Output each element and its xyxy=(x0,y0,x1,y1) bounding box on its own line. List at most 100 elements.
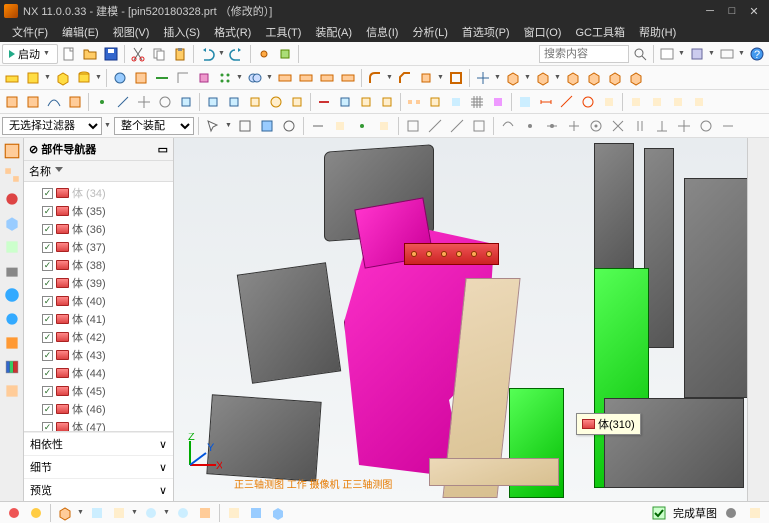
cube-icon[interactable] xyxy=(563,68,583,88)
snap-icon[interactable] xyxy=(718,116,738,136)
chevron-down-icon[interactable]: ▼ xyxy=(163,509,171,516)
status-icon[interactable] xyxy=(745,503,765,523)
tool-icon[interactable] xyxy=(599,92,619,112)
chevron-down-icon[interactable]: ▼ xyxy=(131,509,139,516)
checkbox-icon[interactable]: ✓ xyxy=(42,206,53,217)
detail-section[interactable]: 细节∨ xyxy=(24,455,173,478)
view-icon[interactable] xyxy=(224,503,244,523)
edge-blend-icon[interactable] xyxy=(365,68,385,88)
datum-icon[interactable] xyxy=(2,92,22,112)
tree-item[interactable]: ✓体 (38) xyxy=(24,256,173,274)
sel-icon[interactable] xyxy=(352,116,372,136)
checkbox-icon[interactable]: ✓ xyxy=(42,188,53,199)
tool-icon[interactable] xyxy=(488,92,508,112)
snap-icon[interactable] xyxy=(403,116,423,136)
hole-icon[interactable] xyxy=(110,68,130,88)
save-icon[interactable] xyxy=(101,44,121,64)
tree-item[interactable]: ✓体 (40) xyxy=(24,292,173,310)
tool-icon[interactable] xyxy=(155,92,175,112)
tree-item[interactable]: ✓体 (35) xyxy=(24,202,173,220)
tool-icon[interactable] xyxy=(314,92,334,112)
chevron-down-icon[interactable]: ▼ xyxy=(266,74,274,81)
selection-filter[interactable]: 无选择过滤器 xyxy=(2,117,102,135)
chevron-down-icon[interactable]: ▼ xyxy=(738,50,746,57)
point-icon[interactable] xyxy=(92,92,112,112)
tab-icon[interactable] xyxy=(3,334,21,352)
sel-icon[interactable] xyxy=(374,116,394,136)
tool-icon[interactable] xyxy=(266,92,286,112)
cut-icon[interactable] xyxy=(128,44,148,64)
status-icon[interactable] xyxy=(26,503,46,523)
tool-icon[interactable] xyxy=(668,92,688,112)
view-icon[interactable] xyxy=(246,503,266,523)
tool-icon[interactable] xyxy=(254,44,274,64)
view-icon[interactable] xyxy=(87,503,107,523)
cube-icon[interactable] xyxy=(503,68,523,88)
preview-section[interactable]: 预览∨ xyxy=(24,478,173,501)
tool-icon[interactable] xyxy=(515,92,535,112)
chevron-down-icon[interactable]: ▼ xyxy=(225,122,233,129)
move-icon[interactable] xyxy=(473,68,493,88)
chevron-down-icon[interactable]: ▼ xyxy=(104,122,112,129)
command-search[interactable] xyxy=(539,45,629,63)
view-triad[interactable]: Z X Y xyxy=(182,433,222,473)
chevron-down-icon[interactable]: ▼ xyxy=(494,74,502,81)
close-button[interactable]: ✕ xyxy=(743,2,765,20)
menu-assembly[interactable]: 装配(A) xyxy=(309,22,358,42)
start-button[interactable]: 启动 ▼ xyxy=(2,44,58,64)
sel-icon[interactable] xyxy=(235,116,255,136)
tool-icon[interactable] xyxy=(203,92,223,112)
cube-icon[interactable] xyxy=(626,68,646,88)
chevron-down-icon[interactable]: ▼ xyxy=(218,50,226,57)
open-icon[interactable] xyxy=(80,44,100,64)
tree-item[interactable]: ✓体 (37) xyxy=(24,238,173,256)
menu-info[interactable]: 信息(I) xyxy=(360,22,404,42)
tab-icon[interactable] xyxy=(3,310,21,328)
part-navigator-tab[interactable] xyxy=(3,142,21,160)
undo-icon[interactable] xyxy=(197,44,217,64)
menu-preferences[interactable]: 首选项(P) xyxy=(456,22,516,42)
chevron-down-icon[interactable]: ▼ xyxy=(236,74,244,81)
snap-icon[interactable] xyxy=(498,116,518,136)
sel-icon[interactable] xyxy=(279,116,299,136)
tree-item[interactable]: ✓体 (45) xyxy=(24,382,173,400)
tool-icon[interactable] xyxy=(377,92,397,112)
tree-item[interactable]: ✓体 (44) xyxy=(24,364,173,382)
tree-item[interactable]: ✓体 (34) xyxy=(24,184,173,202)
menu-view[interactable]: 视图(V) xyxy=(107,22,156,42)
minimize-button[interactable]: ─ xyxy=(699,2,721,20)
menu-window[interactable]: 窗口(O) xyxy=(518,22,568,42)
view-icon[interactable] xyxy=(173,503,193,523)
status-icon[interactable] xyxy=(721,503,741,523)
menu-format[interactable]: 格式(R) xyxy=(208,22,257,42)
sketch-icon[interactable] xyxy=(2,68,22,88)
snap-perp-icon[interactable] xyxy=(652,116,672,136)
view-icon[interactable] xyxy=(195,503,215,523)
history-tab[interactable] xyxy=(3,238,21,256)
search-icon[interactable] xyxy=(630,44,650,64)
chevron-down-icon[interactable]: ▼ xyxy=(678,50,686,57)
feature-icon[interactable] xyxy=(152,68,172,88)
view-icon[interactable] xyxy=(109,503,129,523)
view-icon[interactable] xyxy=(55,503,75,523)
maximize-button[interactable]: □ xyxy=(721,2,743,20)
checkbox-icon[interactable]: ✓ xyxy=(42,368,53,379)
chevron-down-icon[interactable]: ▼ xyxy=(95,74,103,81)
help-icon[interactable]: ? xyxy=(747,44,767,64)
tree-item[interactable]: ✓体 (43) xyxy=(24,346,173,364)
navigator-tree[interactable]: ✓体 (34)✓体 (35)✓体 (36)✓体 (37)✓体 (38)✓体 (3… xyxy=(24,182,173,431)
chevron-down-icon[interactable]: ▼ xyxy=(554,74,562,81)
chevron-down-icon[interactable]: ▼ xyxy=(77,509,85,516)
cube-icon[interactable] xyxy=(584,68,604,88)
checkbox-icon[interactable]: ✓ xyxy=(42,332,53,343)
finish-sketch-icon[interactable] xyxy=(649,503,669,523)
checkbox-icon[interactable]: ✓ xyxy=(42,296,53,307)
roles-tab[interactable] xyxy=(3,262,21,280)
tool-icon[interactable] xyxy=(404,92,424,112)
chevron-down-icon[interactable]: ▼ xyxy=(524,74,532,81)
tool-icon[interactable] xyxy=(425,92,445,112)
unite-icon[interactable] xyxy=(245,68,265,88)
datum-icon[interactable] xyxy=(23,92,43,112)
dim-icon[interactable] xyxy=(536,92,556,112)
tab-icon[interactable] xyxy=(3,382,21,400)
